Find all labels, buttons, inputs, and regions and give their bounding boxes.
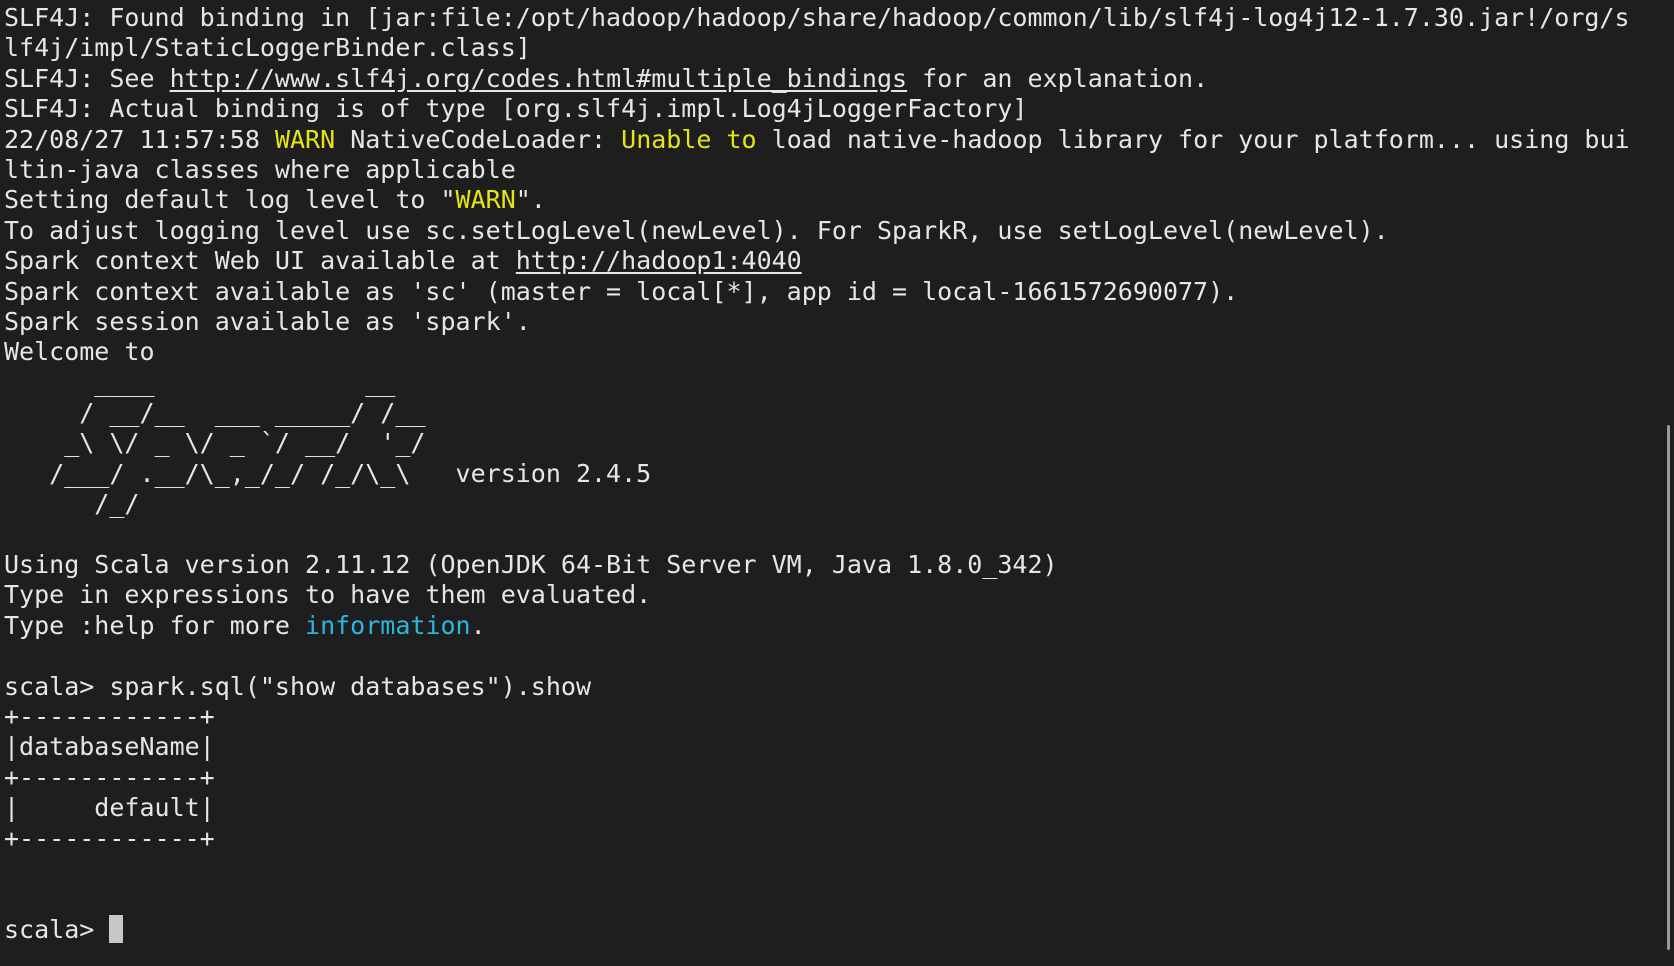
line-text: lf4j/impl/StaticLoggerBinder.class]	[4, 33, 531, 63]
line-text: Spark session available as 'spark'.	[4, 306, 531, 336]
line-text: SLF4J: Found binding in [jar:file:/opt/h…	[4, 3, 1630, 32]
line-text: Spark context available as 'sc' (master …	[4, 276, 1239, 306]
terminal-line: Setting default log level to "WARN".	[4, 185, 1674, 215]
warn-text: WARN	[455, 185, 516, 215]
line-text: |databaseName|	[4, 732, 215, 762]
line-text: Setting default log level to "	[4, 185, 456, 215]
line-text: /_/	[4, 489, 140, 519]
line-text: +------------+	[4, 701, 215, 731]
terminal-line: ____ __	[4, 368, 1674, 398]
line-text: | default|	[4, 793, 215, 823]
terminal-window[interactable]: SLF4J: Found binding in [jar:file:/opt/h…	[0, 0, 1674, 966]
line-text: NativeCodeLoader:	[335, 124, 622, 154]
line-text: Welcome to	[4, 337, 155, 367]
text-cursor	[109, 914, 124, 943]
line-text: Spark context Web UI available at	[4, 246, 516, 276]
terminal-line: +------------+	[4, 702, 1674, 732]
scrollbar-track[interactable]	[1660, 0, 1674, 966]
terminal-line: SLF4J: See http://www.slf4j.org/codes.ht…	[4, 64, 1674, 94]
line-text: +------------+	[4, 823, 215, 853]
terminal-line: Type :help for more information.	[4, 611, 1674, 641]
warn-text: WARN	[274, 124, 336, 154]
info-text: information	[305, 610, 471, 640]
terminal-line: / __/__ ___ _____/ /__	[4, 398, 1674, 428]
line-text: +------------+	[4, 762, 215, 792]
terminal-line: Welcome to	[4, 337, 1674, 367]
terminal-line: Using Scala version 2.11.12 (OpenJDK 64-…	[4, 550, 1674, 580]
terminal-line: scala>	[4, 914, 1674, 945]
line-text: SLF4J: See	[4, 63, 170, 93]
line-text: Type in expressions to have them evaluat…	[4, 580, 652, 610]
terminal-line: lf4j/impl/StaticLoggerBinder.class]	[4, 33, 1674, 63]
line-text: load native-hadoop library for your plat…	[756, 124, 1630, 154]
terminal-line: +------------+	[4, 824, 1674, 854]
warn-text: Unable to	[621, 124, 757, 154]
line-text: ltin-java classes where applicable	[4, 154, 516, 184]
terminal-line: | default|	[4, 793, 1674, 823]
terminal-line: SLF4J: Actual binding is of type [org.sl…	[4, 94, 1674, 124]
line-text: .	[470, 610, 486, 640]
terminal-line: scala> spark.sql("show databases").show	[4, 672, 1674, 702]
terminal-line: _\ \/ _ \/ _ `/ __/ '_/	[4, 428, 1674, 458]
scrollbar-thumb[interactable]	[1667, 425, 1670, 950]
terminal-line: ltin-java classes where applicable	[4, 155, 1674, 185]
line-text: scala>	[4, 914, 110, 944]
line-text: 22/08/27 11:57:58	[4, 124, 275, 154]
terminal-line: To adjust logging level use sc.setLogLev…	[4, 216, 1674, 246]
terminal-line: |databaseName|	[4, 732, 1674, 762]
line-text: Using Scala version 2.11.12 (OpenJDK 64-…	[4, 550, 1058, 580]
terminal-line: Type in expressions to have them evaluat…	[4, 580, 1674, 610]
line-text: Type :help for more	[4, 610, 306, 640]
line-text: To adjust logging level use sc.setLogLev…	[4, 215, 1389, 245]
line-text: for an explanation.	[907, 63, 1209, 93]
terminal-output: SLF4J: Found binding in [jar:file:/opt/h…	[4, 3, 1674, 945]
terminal-link[interactable]: http://hadoop1:4040	[516, 246, 802, 275]
terminal-line: /___/ .__/\_,_/_/ /_/\_\ version 2.4.5	[4, 459, 1674, 489]
line-text: ".	[515, 185, 546, 215]
line-text: _\ \/ _ \/ _ `/ __/ '_/	[4, 428, 426, 458]
line-text: /___/ .__/\_,_/_/ /_/\_\ version 2.4.5	[4, 458, 652, 488]
terminal-link[interactable]: http://www.slf4j.org/codes.html#multiple…	[170, 64, 908, 93]
line-text: scala> spark.sql("show databases").show	[4, 671, 591, 701]
terminal-line: Spark context available as 'sc' (master …	[4, 277, 1674, 307]
line-text: SLF4J: Actual binding is of type [org.sl…	[4, 94, 1028, 124]
terminal-line: Spark session available as 'spark'.	[4, 307, 1674, 337]
terminal-line: /_/	[4, 489, 1674, 519]
terminal-line: 22/08/27 11:57:58 WARN NativeCodeLoader:…	[4, 125, 1674, 155]
line-text: / __/__ ___ _____/ /__	[4, 398, 426, 428]
terminal-line: +------------+	[4, 763, 1674, 793]
terminal-line: SLF4J: Found binding in [jar:file:/opt/h…	[4, 3, 1674, 33]
terminal-line: Spark context Web UI available at http:/…	[4, 246, 1674, 276]
line-text: ____ __	[4, 367, 396, 397]
